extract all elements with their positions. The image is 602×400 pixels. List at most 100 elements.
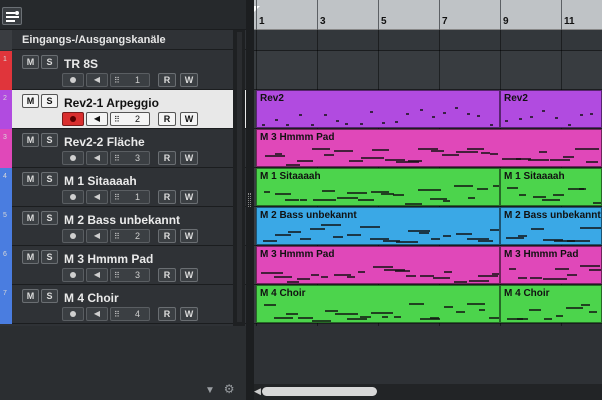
track-row[interactable]: 4 M S M 1 Sitaaaah ◀ ⠿ 1 R W: [0, 168, 246, 207]
solo-button[interactable]: S: [41, 250, 58, 264]
record-enable-button[interactable]: [62, 73, 84, 87]
midi-note: [336, 197, 359, 200]
track-name[interactable]: M 1 Sitaaaah: [64, 174, 137, 188]
record-enable-button[interactable]: [62, 307, 84, 321]
vertical-scroll-thumb[interactable]: [237, 32, 242, 322]
monitor-button[interactable]: ◀: [86, 151, 108, 165]
midi-part[interactable]: Rev2: [500, 90, 602, 128]
midi-note: [335, 119, 339, 122]
solo-button[interactable]: S: [41, 94, 58, 108]
record-enable-button[interactable]: [62, 112, 84, 126]
midi-channel-field[interactable]: ⠿ 2: [110, 229, 150, 243]
midi-note: [466, 112, 470, 115]
record-enable-button[interactable]: [62, 268, 84, 282]
monitor-button[interactable]: ◀: [86, 190, 108, 204]
read-automation-button[interactable]: R: [158, 73, 176, 87]
monitor-button[interactable]: ◀: [86, 112, 108, 126]
solo-button[interactable]: S: [41, 211, 58, 225]
midi-part[interactable]: M 3 Hmmm Pad: [256, 129, 602, 167]
track-name[interactable]: TR 8S: [64, 57, 98, 71]
divider-grip[interactable]: [248, 193, 251, 207]
track-row[interactable]: 7 M S M 4 Choir ◀ ⠿ 4 R W: [0, 285, 246, 324]
timeline-ruler[interactable]: 1 3 5 7 9 11: [254, 0, 602, 30]
midi-part[interactable]: M 4 Choir: [256, 285, 500, 323]
track-name[interactable]: M 3 Hmmm Pad: [64, 252, 153, 266]
track-row[interactable]: 3 M S Rev2-2 Fläche ◀ ⠿ 3 R W: [0, 129, 246, 168]
folder-track-io-channels[interactable]: Eingangs-/Ausgangskanäle: [0, 30, 246, 50]
midi-part[interactable]: M 3 Hmmm Pad: [500, 246, 602, 284]
midi-part[interactable]: Rev2: [256, 90, 500, 128]
arrange-lane[interactable]: [254, 51, 602, 90]
chevron-down-icon[interactable]: ▼: [205, 385, 215, 396]
read-automation-button[interactable]: R: [158, 229, 176, 243]
track-name[interactable]: M 2 Bass unbekannt: [64, 213, 180, 227]
monitor-button[interactable]: ◀: [86, 268, 108, 282]
read-automation-button[interactable]: R: [158, 268, 176, 282]
arrange-area[interactable]: 1 3 5 7 9 11 Rev2 Rev2 M 3 Hmmm Pad M 1 Sitaaaah…: [254, 0, 602, 400]
track-row[interactable]: 6 M S M 3 Hmmm Pad ◀ ⠿ 3 R W: [0, 246, 246, 285]
horizontal-scroll-thumb[interactable]: [262, 387, 377, 396]
ruler-bar-label: 11: [564, 16, 575, 27]
midi-channel-field[interactable]: ⠿ 3: [110, 151, 150, 165]
record-enable-button[interactable]: [62, 151, 84, 165]
midi-part[interactable]: M 1 Sitaaaah: [500, 168, 602, 206]
track-row[interactable]: 1 M S TR 8S ◀ ⠿ 1 R W: [0, 51, 246, 90]
write-automation-button[interactable]: W: [180, 190, 198, 204]
midi-note: [527, 159, 549, 162]
mute-button[interactable]: M: [22, 250, 39, 264]
midi-part[interactable]: M 2 Bass unbekannt: [500, 207, 602, 245]
midi-part[interactable]: M 3 Hmmm Pad: [256, 246, 500, 284]
solo-button[interactable]: S: [41, 289, 58, 303]
folder-lane[interactable]: [254, 30, 602, 51]
monitor-button[interactable]: ◀: [86, 73, 108, 87]
midi-note: [567, 123, 571, 126]
mute-button[interactable]: M: [22, 94, 39, 108]
track-list-button[interactable]: [2, 7, 22, 25]
solo-button[interactable]: S: [41, 172, 58, 186]
locator-marker[interactable]: [254, 6, 260, 12]
midi-channel-field[interactable]: ⠿ 1: [110, 73, 150, 87]
midi-channel-field[interactable]: ⠿ 4: [110, 307, 150, 321]
solo-button[interactable]: S: [41, 133, 58, 147]
speaker-icon: ◀: [93, 75, 101, 84]
write-automation-button[interactable]: W: [180, 73, 198, 87]
midi-part[interactable]: M 1 Sitaaaah: [256, 168, 500, 206]
record-enable-button[interactable]: [62, 229, 84, 243]
write-automation-button[interactable]: W: [180, 307, 198, 321]
track-name[interactable]: Rev2-1 Arpeggio: [64, 96, 159, 110]
record-enable-button[interactable]: [62, 190, 84, 204]
midi-note: [261, 123, 265, 126]
read-automation-button[interactable]: R: [158, 307, 176, 321]
midi-channel-field[interactable]: ⠿ 1: [110, 190, 150, 204]
midi-channel-field[interactable]: ⠿ 3: [110, 268, 150, 282]
mute-button[interactable]: M: [22, 55, 39, 69]
write-automation-button[interactable]: W: [180, 229, 198, 243]
track-name[interactable]: Rev2-2 Fläche: [64, 135, 145, 149]
mute-button[interactable]: M: [22, 289, 39, 303]
monitor-button[interactable]: ◀: [86, 307, 108, 321]
midi-part[interactable]: M 2 Bass unbekannt: [256, 207, 500, 245]
read-automation-button[interactable]: R: [158, 151, 176, 165]
mute-button[interactable]: M: [22, 133, 39, 147]
midi-note: [443, 112, 447, 114]
track-row[interactable]: 5 M S M 2 Bass unbekannt ◀ ⠿ 2 R W: [0, 207, 246, 246]
gear-icon[interactable]: ⚙: [224, 382, 235, 396]
monitor-button[interactable]: ◀: [86, 229, 108, 243]
midi-part[interactable]: M 4 Choir: [500, 285, 602, 323]
midi-note: [334, 312, 358, 315]
track-row[interactable]: 2 M S Rev2-1 Arpeggio ◀ ⠿ 2 R W: [0, 90, 246, 129]
read-automation-button[interactable]: R: [158, 112, 176, 126]
mute-button[interactable]: M: [22, 172, 39, 186]
midi-channel-field[interactable]: ⠿ 2: [110, 112, 150, 126]
midi-note: [529, 309, 541, 312]
midi-note: [467, 147, 484, 150]
arrow-left-icon[interactable]: ◀: [254, 386, 261, 397]
solo-button[interactable]: S: [41, 55, 58, 69]
write-automation-button[interactable]: W: [180, 268, 198, 282]
write-automation-button[interactable]: W: [180, 151, 198, 165]
write-automation-button[interactable]: W: [180, 112, 198, 126]
read-automation-button[interactable]: R: [158, 190, 176, 204]
mute-button[interactable]: M: [22, 211, 39, 225]
midi-note: [287, 231, 302, 234]
track-name[interactable]: M 4 Choir: [64, 291, 119, 305]
